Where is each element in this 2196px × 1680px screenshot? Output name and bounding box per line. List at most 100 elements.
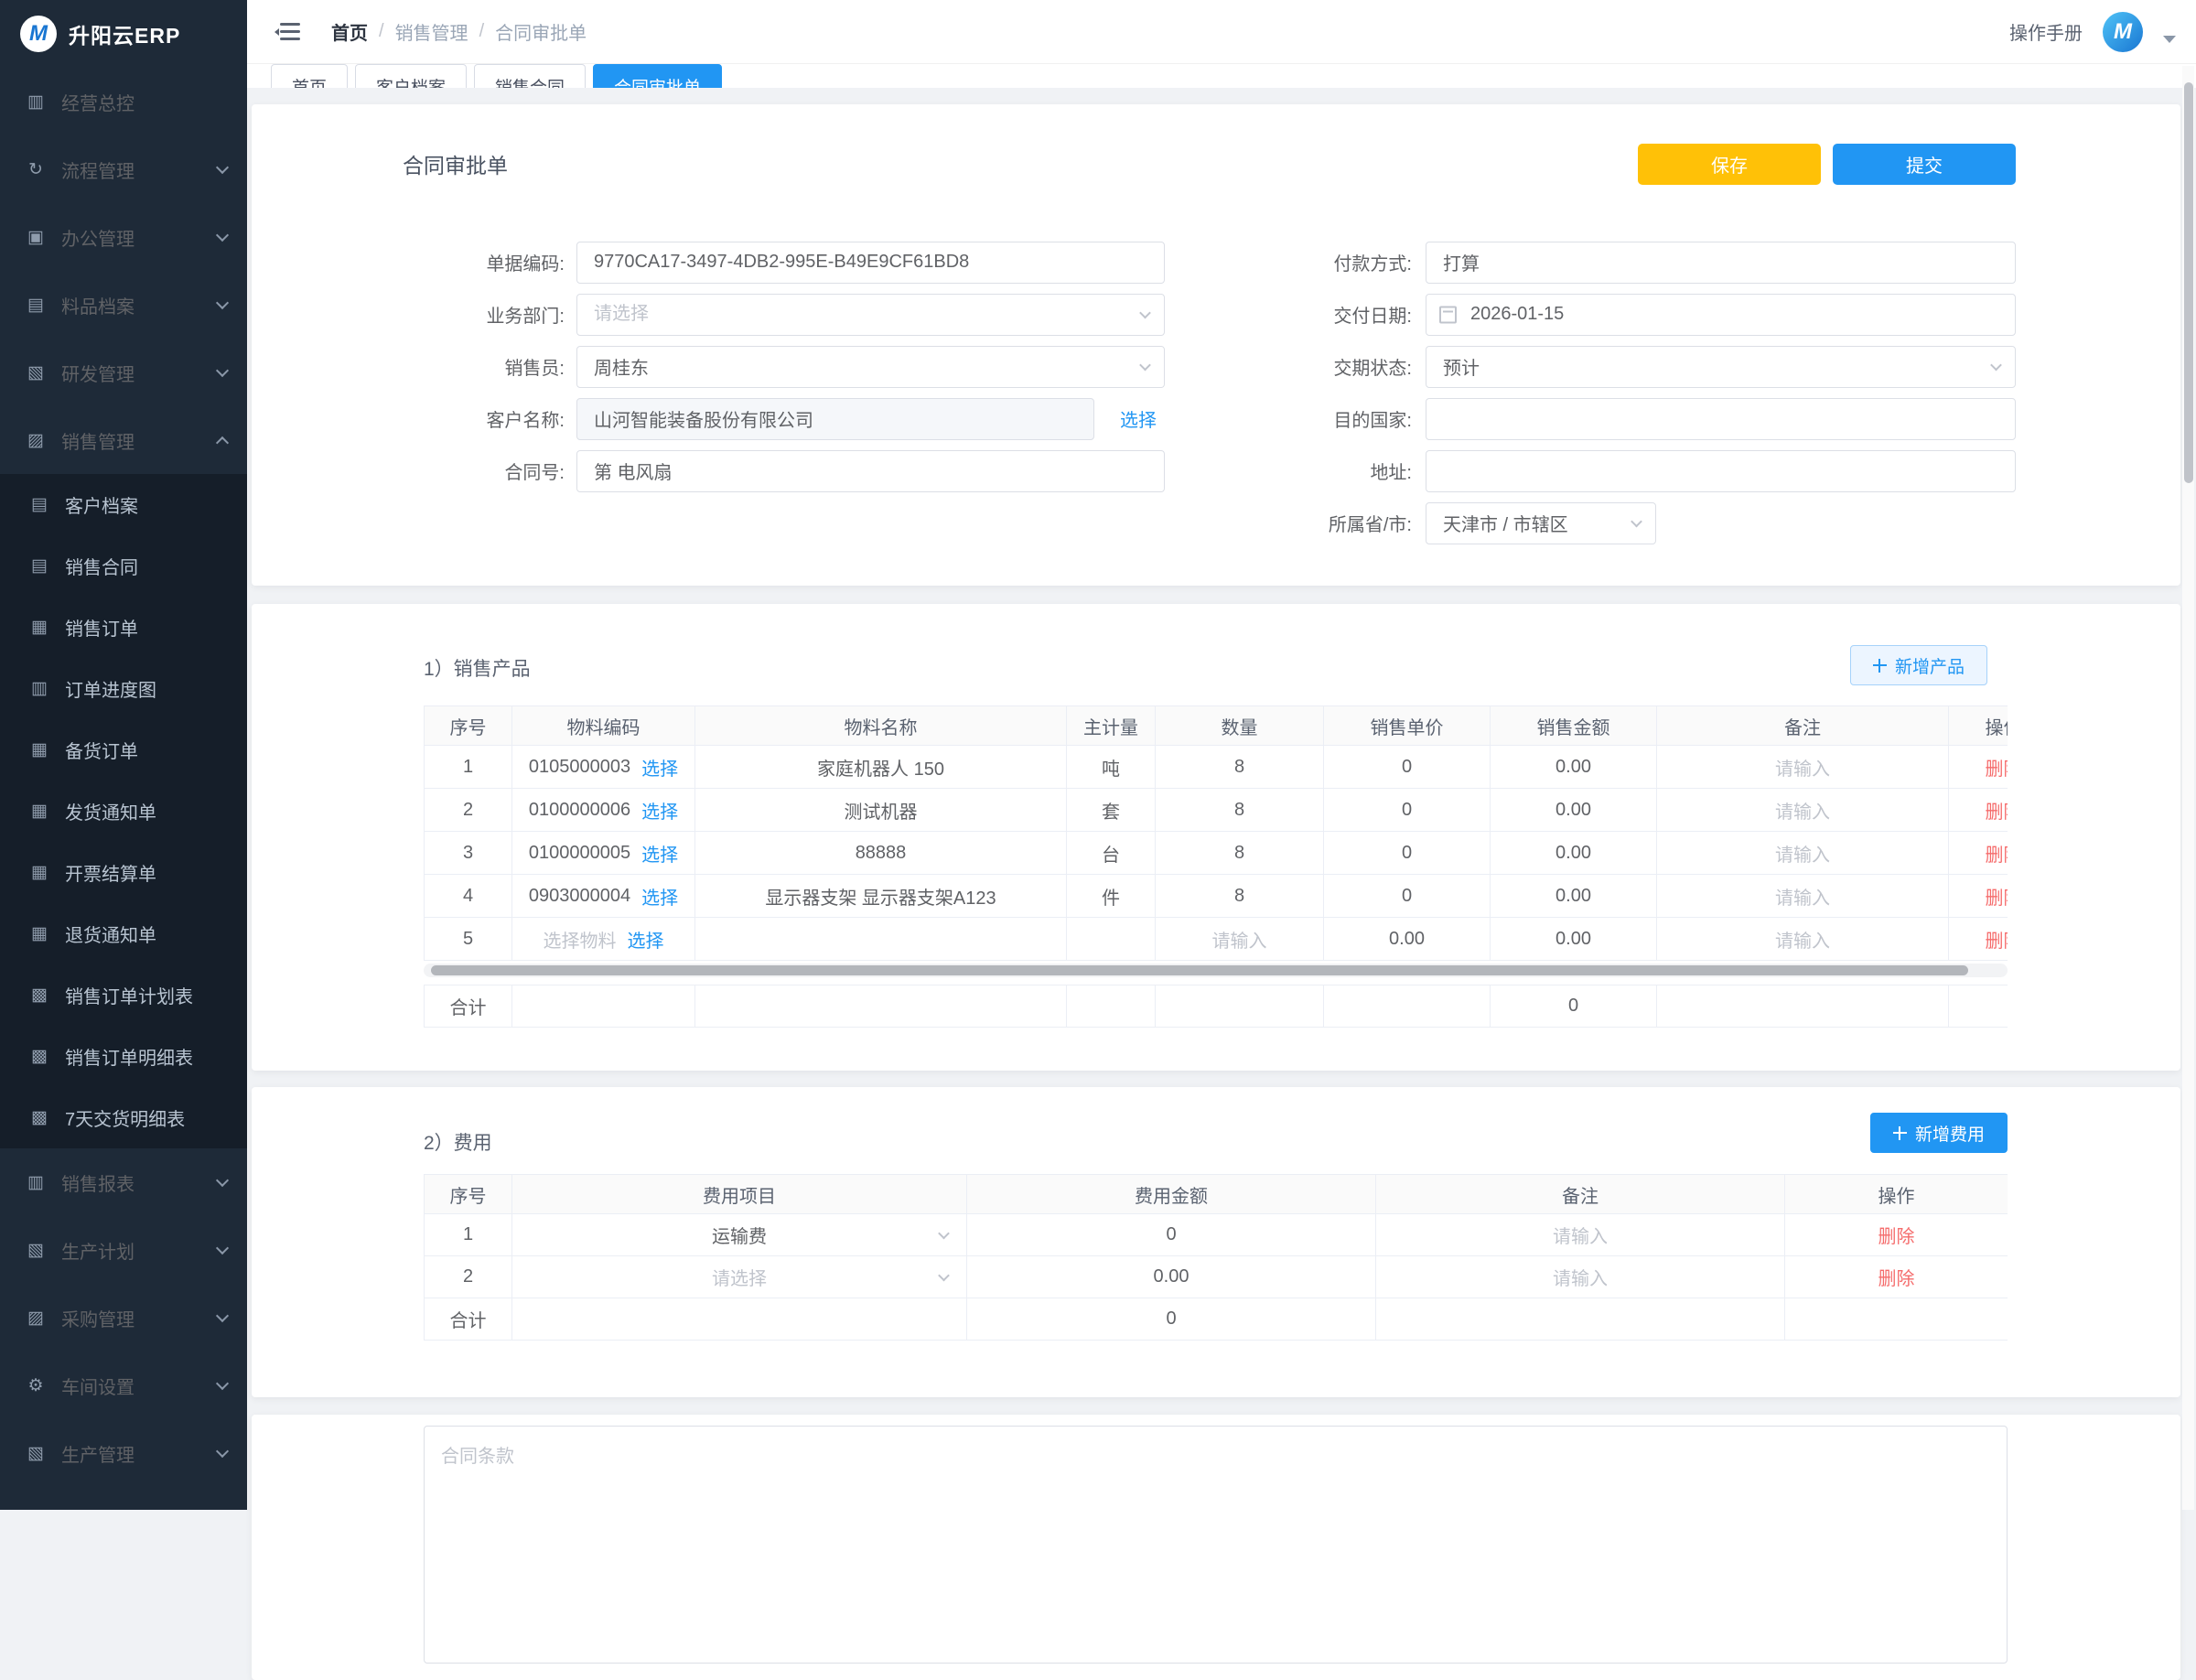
cell-note[interactable]: 请输入 bbox=[1376, 1214, 1785, 1256]
save-button[interactable]: 保存 bbox=[1638, 144, 1821, 185]
tab-home[interactable]: 首页 bbox=[271, 64, 348, 88]
address-input[interactable] bbox=[1426, 450, 2016, 492]
sidebar-item-materials[interactable]: ▤料品档案 bbox=[0, 271, 247, 339]
sidebar-item-office-mgmt[interactable]: ▣办公管理 bbox=[0, 203, 247, 271]
cell-price[interactable]: 0 bbox=[1324, 789, 1491, 832]
sidebar-item-rnd-mgmt[interactable]: ▧研发管理 bbox=[0, 339, 247, 406]
sidebar-item-return-notice[interactable]: ▦退货通知单 bbox=[0, 903, 247, 964]
sidebar-item-order-detail-report[interactable]: ▩销售订单明细表 bbox=[0, 1026, 247, 1087]
sidebar-item-workshop-settings[interactable]: ⚙车间设置 bbox=[0, 1352, 247, 1419]
cell-qty[interactable]: 8 bbox=[1156, 746, 1324, 789]
cell-fee-amount[interactable]: 0.00 bbox=[967, 1256, 1376, 1298]
province-city-select[interactable] bbox=[1426, 502, 1656, 544]
delete-row-link[interactable]: 删除 bbox=[1986, 932, 2008, 952]
sidebar-item-dashboard[interactable]: ▥经营总控 bbox=[0, 68, 247, 135]
sidebar-item-7day-delivery-report[interactable]: ▩7天交货明细表 bbox=[0, 1087, 247, 1148]
sidebar-item-shipping-notice[interactable]: ▦发货通知单 bbox=[0, 781, 247, 842]
cell-price[interactable]: 0 bbox=[1324, 875, 1491, 918]
note-placeholder[interactable]: 请输入 bbox=[1775, 932, 1830, 952]
province-city-input[interactable] bbox=[1426, 502, 1656, 544]
delete-row-link[interactable]: 删除 bbox=[1878, 1227, 1915, 1247]
delete-row-link[interactable]: 删除 bbox=[1986, 888, 2008, 909]
add-product-button[interactable]: 新增产品 bbox=[1850, 645, 1987, 685]
note-placeholder[interactable]: 请输入 bbox=[1775, 845, 1830, 866]
collapse-sidebar-icon[interactable] bbox=[274, 21, 300, 43]
horizontal-scrollbar[interactable] bbox=[424, 964, 2008, 977]
delete-row-link[interactable]: 删除 bbox=[1986, 802, 2008, 823]
delivery-status-input[interactable] bbox=[1426, 346, 2016, 388]
select-material-link[interactable]: 选择 bbox=[641, 797, 678, 824]
delete-row-link[interactable]: 删除 bbox=[1986, 845, 2008, 866]
breadcrumb-home[interactable]: 首页 bbox=[331, 18, 368, 45]
cell-qty[interactable]: 8 bbox=[1156, 789, 1324, 832]
department-select[interactable] bbox=[576, 294, 1165, 336]
note-placeholder[interactable]: 请输入 bbox=[1775, 888, 1830, 909]
sidebar-item-sales-contract[interactable]: ▤销售合同 bbox=[0, 535, 247, 597]
doc-code-input[interactable] bbox=[576, 242, 1165, 284]
contract-no-input[interactable] bbox=[576, 450, 1165, 492]
sidebar-item-outsourcing[interactable]: ▨委外管理 bbox=[0, 1487, 247, 1510]
tab-customer-archive[interactable]: 客户档案 bbox=[355, 64, 467, 88]
select-material-link[interactable]: 选择 bbox=[641, 883, 678, 910]
note-placeholder[interactable]: 请输入 bbox=[1553, 1269, 1608, 1289]
delete-row-link[interactable]: 删除 bbox=[1986, 759, 2008, 780]
sidebar-item-order-plan-report[interactable]: ▩销售订单计划表 bbox=[0, 964, 247, 1026]
cell-price[interactable]: 0 bbox=[1324, 832, 1491, 875]
sidebar-item-invoice-settlement[interactable]: ▦开票结算单 bbox=[0, 842, 247, 903]
note-placeholder[interactable]: 请输入 bbox=[1775, 802, 1830, 823]
cell-fee-amount[interactable]: 0 bbox=[967, 1214, 1376, 1256]
cell-price[interactable]: 0.00 bbox=[1324, 918, 1491, 961]
cell-note[interactable]: 请输入 bbox=[1657, 832, 1949, 875]
sidebar-item-purchasing[interactable]: ▨采购管理 bbox=[0, 1284, 247, 1352]
avatar[interactable]: M bbox=[2103, 12, 2143, 52]
salesperson-select[interactable] bbox=[576, 346, 1165, 388]
vertical-scrollbar[interactable] bbox=[2182, 66, 2194, 1510]
sidebar-item-sales-mgmt[interactable]: ▨销售管理 bbox=[0, 406, 247, 474]
dest-country-input[interactable] bbox=[1426, 398, 2016, 440]
sidebar-item-process-mgmt[interactable]: ↻流程管理 bbox=[0, 135, 247, 203]
contract-terms-textarea[interactable] bbox=[424, 1426, 2008, 1664]
payment-input[interactable] bbox=[1426, 242, 2016, 284]
delivery-date-input[interactable] bbox=[1426, 294, 2016, 336]
tab-sales-contract[interactable]: 销售合同 bbox=[474, 64, 586, 88]
delivery-date-picker[interactable] bbox=[1426, 294, 2016, 336]
sidebar-item-order-progress[interactable]: ▥订单进度图 bbox=[0, 658, 247, 719]
sidebar-item-production-mgmt[interactable]: ▧生产管理 bbox=[0, 1419, 247, 1487]
breadcrumb-sales-mgmt[interactable]: 销售管理 bbox=[395, 18, 468, 45]
select-material-link[interactable]: 选择 bbox=[628, 926, 664, 953]
cell-qty[interactable]: 8 bbox=[1156, 875, 1324, 918]
sidebar-item-stock-order[interactable]: ▦备货订单 bbox=[0, 719, 247, 781]
select-material-link[interactable]: 选择 bbox=[641, 754, 678, 781]
delete-row-link[interactable]: 删除 bbox=[1878, 1269, 1915, 1289]
sidebar-item-production-plan[interactable]: ▧生产计划 bbox=[0, 1216, 247, 1284]
cell-qty[interactable]: 请输入 bbox=[1156, 918, 1324, 961]
cell-note[interactable]: 请输入 bbox=[1657, 918, 1949, 961]
delivery-status-select[interactable] bbox=[1426, 346, 2016, 388]
cell-note[interactable]: 请输入 bbox=[1657, 875, 1949, 918]
vertical-scrollbar-thumb[interactable] bbox=[2184, 82, 2193, 483]
sidebar-item-sales-order[interactable]: ▦销售订单 bbox=[0, 597, 247, 658]
material-code-placeholder[interactable]: 选择物料 bbox=[544, 926, 617, 953]
fee-item-select[interactable]: 运输费 bbox=[512, 1214, 967, 1256]
fee-item-select[interactable]: 请选择 bbox=[512, 1256, 967, 1298]
cell-note[interactable]: 请输入 bbox=[1657, 746, 1949, 789]
manual-link[interactable]: 操作手册 bbox=[2009, 18, 2083, 45]
department-input[interactable] bbox=[576, 294, 1165, 336]
cell-qty[interactable]: 8 bbox=[1156, 832, 1324, 875]
cell-note[interactable]: 请输入 bbox=[1657, 789, 1949, 832]
note-placeholder[interactable]: 请输入 bbox=[1553, 1227, 1608, 1247]
user-menu-caret-icon[interactable] bbox=[2163, 36, 2176, 43]
qty-placeholder[interactable]: 请输入 bbox=[1212, 932, 1267, 952]
horizontal-scrollbar-thumb[interactable] bbox=[431, 965, 1968, 975]
note-placeholder[interactable]: 请输入 bbox=[1775, 759, 1830, 780]
select-material-link[interactable]: 选择 bbox=[641, 840, 678, 867]
cell-note[interactable]: 请输入 bbox=[1376, 1256, 1785, 1298]
select-customer-link[interactable]: 选择 bbox=[1120, 405, 1157, 432]
cell-price[interactable]: 0 bbox=[1324, 746, 1491, 789]
tab-contract-approval[interactable]: 合同审批单 bbox=[593, 64, 722, 88]
add-fee-button[interactable]: 新增费用 bbox=[1870, 1113, 2008, 1153]
submit-button[interactable]: 提交 bbox=[1833, 144, 2016, 185]
sidebar-item-customer-archive[interactable]: ▤客户档案 bbox=[0, 474, 247, 535]
salesperson-input[interactable] bbox=[576, 346, 1165, 388]
sidebar-item-sales-report[interactable]: ▥销售报表 bbox=[0, 1148, 247, 1216]
